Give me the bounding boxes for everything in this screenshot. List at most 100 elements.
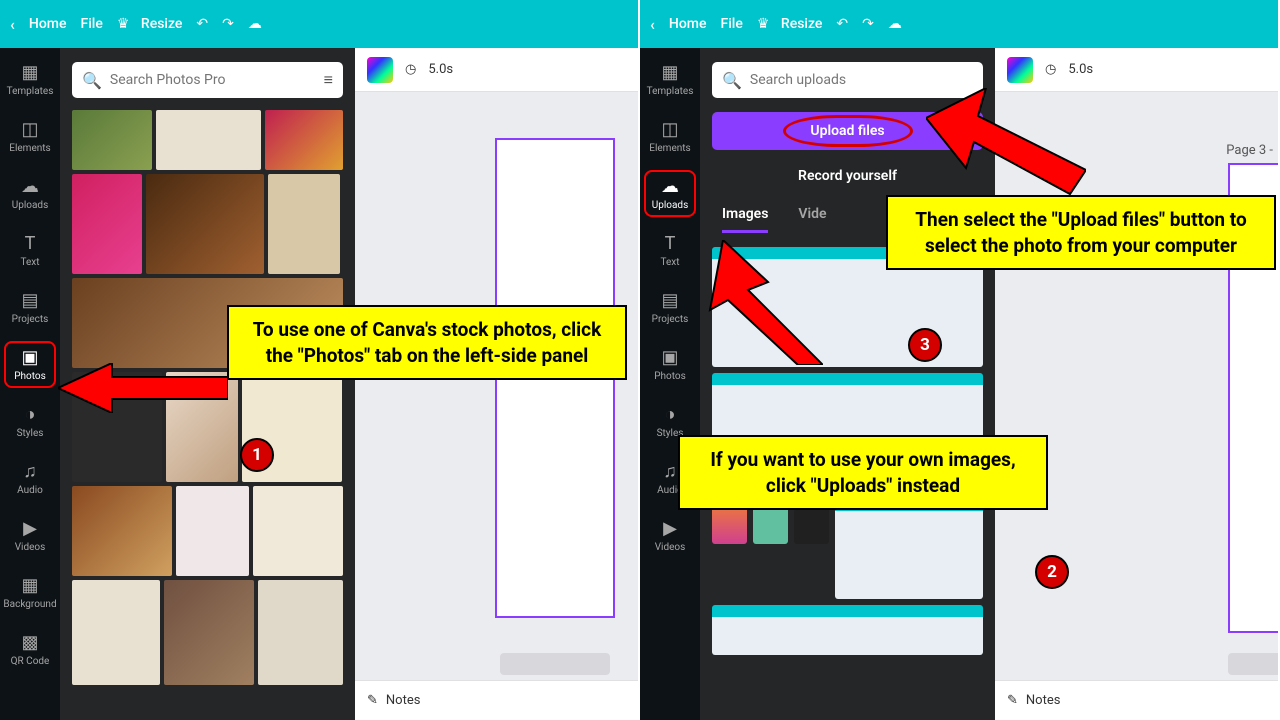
- timeline-strip[interactable]: [1228, 653, 1280, 675]
- undo-icon: ↶: [836, 16, 848, 32]
- upload-thumb[interactable]: [835, 499, 983, 599]
- resize-menu[interactable]: ♛ Resize: [757, 16, 823, 32]
- search-icon: 🔍: [82, 71, 102, 90]
- photo-thumb[interactable]: [72, 110, 152, 170]
- crown-icon: ♛: [757, 16, 770, 32]
- callout-2: If you want to use your own images, clic…: [678, 435, 1048, 510]
- videos-icon: ▶: [663, 518, 677, 539]
- cloud-icon: ☁: [248, 16, 262, 32]
- duration-label[interactable]: 5.0s: [428, 62, 453, 77]
- right-screenshot: ‹ Home File ♛ Resize ↶ ↷ ☁ ▦Templates ◫E…: [640, 0, 1280, 720]
- photo-thumb[interactable]: [265, 110, 343, 170]
- redo-button[interactable]: ↷: [222, 16, 234, 32]
- nav-templates[interactable]: ▦Templates: [6, 58, 54, 101]
- notes-bar[interactable]: ✎Notes: [995, 680, 1278, 720]
- home-link[interactable]: Home: [29, 16, 67, 32]
- duration-label[interactable]: 5.0s: [1068, 62, 1093, 77]
- background-color-button[interactable]: [1007, 57, 1033, 83]
- file-menu[interactable]: File: [720, 16, 742, 32]
- side-nav: ▦Templates ◫Elements ☁Uploads TText ▤Pro…: [0, 48, 60, 720]
- side-nav: ▦Templates ◫Elements ☁Uploads TText ▤Pro…: [640, 48, 700, 720]
- nav-videos[interactable]: ▶Videos: [6, 514, 54, 557]
- nav-text[interactable]: TText: [6, 229, 54, 272]
- background-color-button[interactable]: [367, 57, 393, 83]
- search-input[interactable]: [110, 72, 316, 88]
- annotation-oval: [783, 115, 913, 147]
- redo-icon: ↷: [222, 16, 234, 32]
- photo-thumb[interactable]: [253, 486, 343, 576]
- crown-icon: ♛: [117, 16, 130, 32]
- badge-1: 1: [240, 438, 274, 472]
- templates-icon: ▦: [661, 62, 678, 83]
- nav-qr[interactable]: ▩QR Code: [6, 628, 54, 671]
- notes-icon: ✎: [367, 693, 378, 708]
- search-bar[interactable]: 🔍 ≡: [72, 62, 343, 98]
- projects-icon: ▤: [21, 290, 38, 311]
- videos-icon: ▶: [23, 518, 37, 539]
- canvas-area[interactable]: ◷ 5.0s: [355, 48, 638, 720]
- nav-videos[interactable]: ▶Videos: [646, 514, 694, 557]
- text-icon: T: [665, 233, 676, 254]
- tab-videos[interactable]: Vide: [798, 206, 826, 233]
- photo-thumb[interactable]: [72, 486, 172, 576]
- nav-uploads[interactable]: ☁Uploads: [6, 172, 54, 215]
- undo-button[interactable]: ↶: [836, 16, 848, 32]
- redo-button[interactable]: ↷: [862, 16, 874, 32]
- file-menu[interactable]: File: [80, 16, 102, 32]
- canvas-toolbar: ◷ 5.0s: [355, 48, 638, 92]
- photo-thumb[interactable]: [176, 486, 249, 576]
- filter-icon[interactable]: ≡: [324, 70, 333, 90]
- nav-photos[interactable]: ▣Photos: [6, 343, 54, 386]
- cloud-status[interactable]: ☁: [888, 16, 902, 32]
- nav-elements[interactable]: ◫Elements: [6, 115, 54, 158]
- undo-icon: ↶: [196, 16, 208, 32]
- photo-thumb[interactable]: [258, 580, 343, 685]
- nav-text[interactable]: TText: [646, 229, 694, 272]
- nav-uploads[interactable]: ☁Uploads: [646, 172, 694, 215]
- nav-styles[interactable]: ◑Styles: [6, 400, 54, 443]
- nav-photos[interactable]: ▣Photos: [646, 343, 694, 386]
- nav-templates[interactable]: ▦Templates: [646, 58, 694, 101]
- audio-icon: ♫: [663, 461, 677, 482]
- nav-background[interactable]: ▦Background: [6, 571, 54, 614]
- uploads-icon: ☁: [661, 176, 679, 197]
- topbar: ‹ Home File ♛ Resize ↶ ↷ ☁: [640, 0, 1278, 48]
- back-button[interactable]: ‹: [10, 15, 15, 34]
- callout-3: Then select the "Upload files" button to…: [886, 195, 1276, 270]
- timeline-strip[interactable]: [500, 653, 610, 675]
- photo-thumb[interactable]: [164, 580, 254, 685]
- photo-thumb[interactable]: [72, 580, 160, 685]
- styles-icon: ◑: [25, 404, 36, 425]
- cloud-status[interactable]: ☁: [248, 16, 262, 32]
- upload-thumb[interactable]: [712, 605, 983, 655]
- badge-2: 2: [1035, 555, 1069, 589]
- chevron-left-icon: ‹: [10, 15, 15, 34]
- audio-icon: ♫: [23, 461, 37, 482]
- nav-projects[interactable]: ▤Projects: [646, 286, 694, 329]
- qr-icon: ▩: [21, 632, 38, 653]
- nav-projects[interactable]: ▤Projects: [6, 286, 54, 329]
- photo-thumb[interactable]: [72, 174, 142, 274]
- nav-elements[interactable]: ◫Elements: [646, 115, 694, 158]
- photo-thumb[interactable]: [146, 174, 264, 274]
- nav-audio[interactable]: ♫Audio: [6, 457, 54, 500]
- cloud-icon: ☁: [888, 16, 902, 32]
- clock-icon: ◷: [1045, 62, 1056, 77]
- search-input[interactable]: [750, 72, 973, 88]
- styles-icon: ◑: [665, 404, 676, 425]
- notes-bar[interactable]: ✎Notes: [355, 680, 638, 720]
- topbar: ‹ Home File ♛ Resize ↶ ↷ ☁: [0, 0, 638, 48]
- back-button[interactable]: ‹: [650, 15, 655, 34]
- elements-icon: ◫: [21, 119, 38, 140]
- photo-thumb[interactable]: [268, 174, 340, 274]
- templates-icon: ▦: [21, 62, 38, 83]
- tab-images[interactable]: Images: [722, 206, 768, 233]
- undo-button[interactable]: ↶: [196, 16, 208, 32]
- home-link[interactable]: Home: [669, 16, 707, 32]
- page-label: Page 3 -: [1226, 143, 1273, 158]
- photo-thumb[interactable]: [156, 110, 261, 170]
- text-icon: T: [25, 233, 36, 254]
- search-icon: 🔍: [722, 71, 742, 90]
- resize-menu[interactable]: ♛ Resize: [117, 16, 183, 32]
- redo-icon: ↷: [862, 16, 874, 32]
